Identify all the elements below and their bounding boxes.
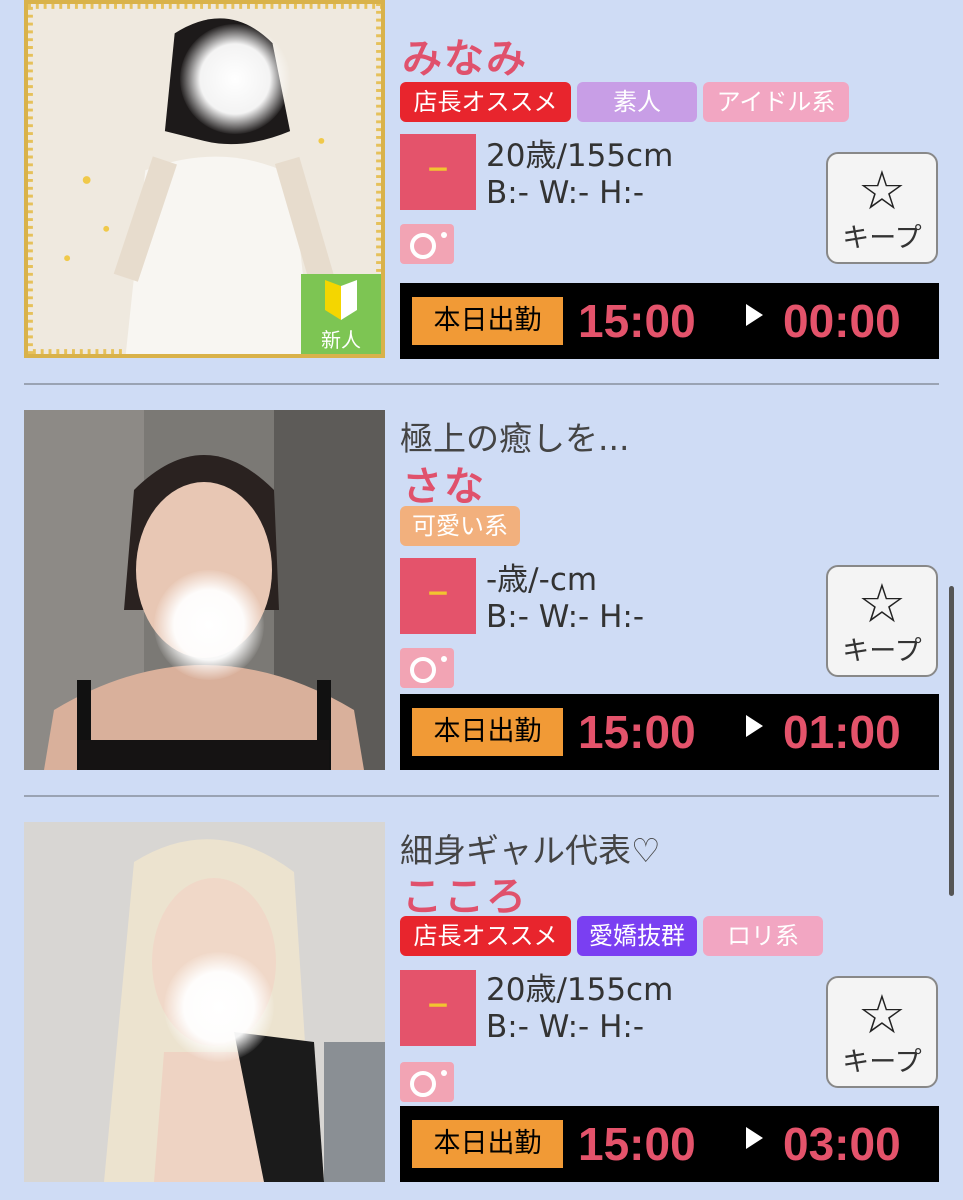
three-sizes: B:- W:- H:- xyxy=(486,599,645,635)
cast-photo[interactable] xyxy=(24,822,385,1182)
face-blur xyxy=(154,570,264,680)
camera-icon[interactable] xyxy=(400,1062,454,1102)
tag-idol: アイドル系 xyxy=(703,82,849,122)
scrollbar[interactable] xyxy=(949,586,954,896)
play-arrow-icon xyxy=(746,1127,763,1149)
cast-name[interactable]: こころ xyxy=(402,864,528,922)
keep-label: キープ xyxy=(842,1047,922,1078)
three-sizes: B:- W:- H:- xyxy=(486,175,645,211)
face-blur xyxy=(164,952,274,1062)
camera-icon[interactable] xyxy=(400,224,454,264)
new-label: 新人 xyxy=(321,328,361,352)
three-sizes: B:- W:- H:- xyxy=(486,1009,645,1045)
keep-button[interactable]: ☆ キープ xyxy=(826,976,938,1088)
keep-label: キープ xyxy=(842,223,922,254)
cast-name[interactable]: さな xyxy=(402,454,486,512)
today-badge: 本日出勤 xyxy=(412,708,563,756)
new-badge: 新人 xyxy=(301,274,381,354)
rank-badge: − xyxy=(400,134,476,210)
tag-list: 店長オススメ 愛嬌抜群 ロリ系 xyxy=(400,916,823,956)
tag-charm: 愛嬌抜群 xyxy=(577,916,697,956)
spec-info: -歳/-cm B:- W:- H:- xyxy=(486,562,644,636)
shift-end: 01:00 xyxy=(783,706,901,758)
age-height: 20歳/155cm xyxy=(486,138,674,174)
keep-button[interactable]: ☆ キープ xyxy=(826,152,938,264)
shift-start: 15:00 xyxy=(578,1118,696,1170)
keep-label: キープ xyxy=(842,636,922,667)
tag-list: 可愛い系 xyxy=(400,506,520,546)
tag-recommend: 店長オススメ xyxy=(400,916,571,956)
shift-start: 15:00 xyxy=(578,295,696,347)
keep-button[interactable]: ☆ キープ xyxy=(826,565,938,677)
today-badge: 本日出勤 xyxy=(412,297,563,345)
shift-bar: 本日出勤 15:00 00:00 xyxy=(400,283,939,359)
camera-icon[interactable] xyxy=(400,648,454,688)
face-blur xyxy=(180,24,290,134)
rank-badge: − xyxy=(400,970,476,1046)
divider xyxy=(24,795,939,797)
tag-cute: 可愛い系 xyxy=(400,506,520,546)
cast-name[interactable]: みなみ xyxy=(402,26,528,84)
tag-list: 店長オススメ 素人 アイドル系 xyxy=(400,82,849,122)
tag-amateur: 素人 xyxy=(577,82,697,122)
shift-bar: 本日出勤 15:00 01:00 xyxy=(400,694,939,770)
play-arrow-icon xyxy=(746,715,763,737)
cast-photo[interactable] xyxy=(24,410,385,770)
shift-bar: 本日出勤 15:00 03:00 xyxy=(400,1106,939,1182)
spec-info: 20歳/155cm B:- W:- H:- xyxy=(486,138,673,212)
tag-recommend: 店長オススメ xyxy=(400,82,571,122)
age-height: 20歳/155cm xyxy=(486,972,674,1008)
shift-start: 15:00 xyxy=(578,706,696,758)
age-height: -歳/-cm xyxy=(486,562,598,598)
divider xyxy=(24,383,939,385)
spec-info: 20歳/155cm B:- W:- H:- xyxy=(486,972,673,1046)
today-badge: 本日出勤 xyxy=(412,1120,563,1168)
catch-copy: 極上の癒しを... xyxy=(400,419,630,458)
beginner-leaf-icon xyxy=(325,280,357,320)
shift-end: 00:00 xyxy=(783,295,901,347)
star-icon: ☆ xyxy=(857,572,907,635)
cast-photo[interactable]: 新人 xyxy=(24,0,385,358)
play-arrow-icon xyxy=(746,304,763,326)
tag-loli: ロリ系 xyxy=(703,916,823,956)
shift-end: 03:00 xyxy=(783,1118,901,1170)
star-icon: ☆ xyxy=(857,159,907,222)
star-icon: ☆ xyxy=(857,983,907,1046)
rank-badge: − xyxy=(400,558,476,634)
